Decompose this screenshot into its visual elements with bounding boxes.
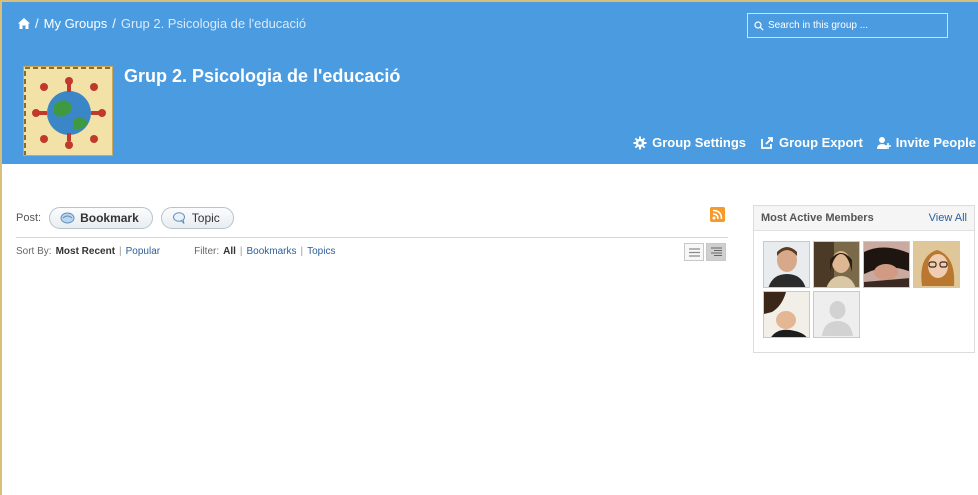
breadcrumb-current-group: Grup 2. Psicologia de l'educació [120, 16, 307, 31]
sort-label: Sort By: [16, 246, 52, 257]
invite-people-button[interactable]: Invite People [876, 135, 976, 150]
gear-icon [633, 136, 647, 149]
breadcrumb-my-groups[interactable]: My Groups [44, 16, 108, 31]
post-label: Post: [16, 212, 42, 224]
sort-most-recent[interactable]: Most Recent [56, 246, 115, 257]
separator: | [300, 246, 304, 257]
bookmark-label: Bookmark [80, 211, 139, 225]
filter-label: Filter: [194, 246, 220, 257]
member-photo [764, 242, 809, 287]
breadcrumb: / My Groups / Grup 2. Psicologia de l'ed… [18, 16, 306, 31]
member-photo [764, 292, 809, 337]
post-bookmark-button[interactable]: Bookmark [49, 207, 153, 229]
search-input[interactable] [768, 20, 938, 31]
member-avatar-placeholder[interactable] [813, 291, 860, 338]
invite-people-label: Invite People [895, 135, 976, 150]
globe-logo-image [24, 67, 112, 155]
group-search[interactable] [747, 13, 948, 38]
filter-all[interactable]: All [223, 246, 236, 257]
member-photo [914, 242, 959, 287]
most-active-members-panel: Most Active Members View All [753, 205, 975, 353]
member-avatar[interactable] [863, 241, 910, 288]
rss-icon[interactable] [710, 207, 725, 222]
member-avatar[interactable] [763, 291, 810, 338]
members-header: Most Active Members View All [754, 206, 974, 231]
member-avatar[interactable] [913, 241, 960, 288]
sort-filter-bar: Sort By: Most Recent | Popular Filter: A… [16, 246, 335, 257]
breadcrumb-separator: / [112, 16, 116, 31]
detail-list-icon [710, 247, 722, 256]
separator: | [239, 246, 243, 257]
group-export-button[interactable]: Group Export [760, 135, 863, 150]
bookmark-icon [60, 212, 75, 224]
group-title: Grup 2. Psicologia de l'educació [124, 66, 401, 86]
filter-topics[interactable]: Topics [307, 246, 335, 257]
group-settings-label: Group Settings [652, 135, 747, 150]
member-avatar[interactable] [763, 241, 810, 288]
post-bar: Post: Bookmark Topic [16, 207, 234, 229]
members-title: Most Active Members [761, 212, 874, 224]
group-header: / My Groups / Grup 2. Psicologia de l'ed… [2, 2, 978, 164]
sort-popular[interactable]: Popular [126, 246, 160, 257]
breadcrumb-separator: / [35, 16, 39, 31]
post-topic-button[interactable]: Topic [160, 207, 234, 229]
export-icon [761, 136, 773, 149]
group-export-label: Group Export [779, 135, 863, 150]
separator: | [119, 246, 122, 257]
group-logo [23, 66, 113, 156]
list-view-button[interactable] [684, 243, 704, 261]
topic-label: Topic [191, 211, 220, 225]
group-actions: Group Settings Group Export Invite Peopl… [633, 135, 978, 150]
members-view-all-link[interactable]: View All [929, 212, 967, 224]
search-icon [754, 20, 764, 31]
list-icon [688, 247, 700, 257]
filter-bookmarks[interactable]: Bookmarks [247, 246, 297, 257]
member-photo [814, 242, 859, 287]
group-settings-button[interactable]: Group Settings [633, 135, 746, 150]
member-avatar[interactable] [813, 241, 860, 288]
detail-view-button[interactable] [706, 243, 726, 261]
members-avatar-grid [763, 241, 973, 338]
default-user-icon [814, 292, 859, 337]
chat-bubble-icon [172, 212, 185, 224]
content-divider [16, 237, 728, 238]
add-user-icon [876, 136, 891, 149]
home-icon[interactable] [18, 18, 30, 29]
view-toggle [684, 243, 726, 261]
member-photo [864, 242, 909, 287]
